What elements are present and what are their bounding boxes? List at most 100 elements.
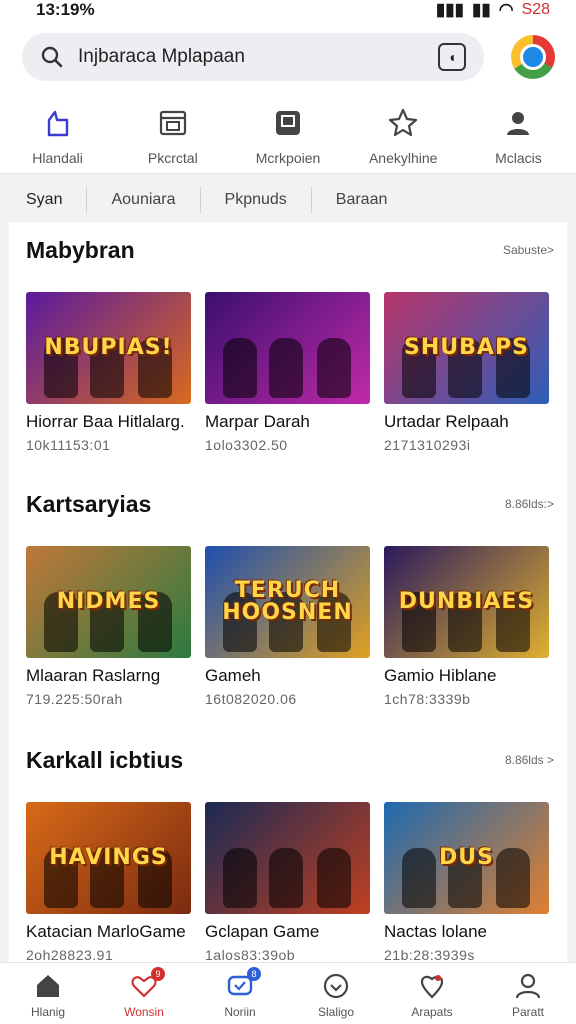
game-logo-text: DUNBIAES (398, 589, 535, 614)
filter-chip[interactable]: Aouniara (87, 187, 201, 213)
smile-icon (321, 971, 351, 1001)
see-more-link[interactable]: 8.86lds > (505, 753, 554, 767)
nav-location[interactable]: Arapats (384, 963, 480, 1024)
game-logo-text: NBUPIAS! (44, 335, 173, 360)
game-thumbnail[interactable]: DUS (384, 802, 549, 914)
game-thumbnail[interactable]: NBUPIAS! (26, 292, 191, 404)
game-thumbnail[interactable]: NIDMES (26, 546, 191, 658)
tab-0[interactable]: Hlandali (0, 98, 115, 173)
game-meta: 719.225:50rah (26, 691, 123, 707)
filter-chip[interactable]: Pkpnuds (201, 187, 312, 213)
game-card[interactable]: NIDMES Mlaaran Raslarng 719.225:50rah (26, 546, 191, 707)
game-card[interactable]: NBUPIAS! Hiorrar Baa Hitlalarg. 10k11153:0… (26, 292, 191, 453)
game-title: Marpar Darah (205, 412, 310, 431)
store-icon (156, 106, 190, 140)
game-card[interactable]: Marpar Darah 1olo3302.50 (205, 292, 370, 453)
section-title: Kartsaryias (26, 490, 152, 517)
nav-wishlist[interactable]: 9 Wonsin (96, 963, 192, 1024)
signal-icon-2: ▮▮ (471, 0, 491, 19)
game-card[interactable]: DUS Nactas lolane 21b:28:3939s (384, 802, 549, 962)
signal-icon: ▮▮▮ (435, 0, 464, 19)
section: Kartsaryias 8.86lds:> NIDMES Mlaaran Raslar… (9, 484, 567, 707)
home-icon (33, 971, 63, 1001)
game-thumbnail[interactable]: HAVINGS (26, 802, 191, 914)
tab-4[interactable]: Mclacis (461, 98, 576, 173)
card-row: HAVINGS Katacian MarloGame 2oh28823.91 Gcla… (9, 802, 567, 962)
wifi-icon: ◠ (498, 0, 514, 19)
filter-chip[interactable]: Syan (8, 187, 88, 213)
game-card[interactable]: HAVINGS Katacian MarloGame 2oh28823.91 (26, 802, 191, 962)
game-title: Gameh (205, 666, 261, 685)
game-title: Gclapan Game (205, 922, 320, 941)
bottom-nav: Hlanig 9 Wonsin 8 Noriin Slaligo Arapats… (0, 962, 576, 1024)
notification-badge: 9 (151, 967, 165, 981)
nav-label: Wonsin (124, 1005, 164, 1019)
game-meta: 1ch78:3339b (384, 691, 471, 707)
game-meta: 16t082020.06 (205, 691, 297, 707)
content-panel: Mabybran Sabuste> NBUPIAS! Hiorrar Baa Hitl… (9, 222, 567, 962)
character-figure (269, 338, 303, 398)
game-logo-text: SHUBAPS (404, 335, 529, 360)
game-thumbnail[interactable]: SHUBAPS (384, 292, 549, 404)
search-input[interactable]: Injbaraca Mplapaan (78, 46, 438, 68)
tab-label: Mcrkpoien (255, 150, 321, 166)
search-icon (41, 46, 63, 68)
avatar[interactable] (511, 35, 555, 79)
character-figure (402, 848, 436, 908)
nav-profile[interactable]: Paratt (480, 963, 576, 1024)
tab-label: Hlandali (32, 150, 83, 166)
tab-1[interactable]: Pkcrctal (115, 98, 230, 173)
nav-discover[interactable]: Slaligo (288, 963, 384, 1024)
game-title: Nactas lolane (384, 922, 488, 941)
nav-label: Hlanig (30, 1005, 66, 1019)
status-time: 13:19% (36, 0, 95, 19)
game-logo-text: DUS (439, 845, 494, 870)
notification-badge: 8 (247, 967, 261, 981)
filter-chip[interactable]: Baraan (312, 187, 412, 213)
category-tabs: Hlandali Pkcrctal Mcrkpoien Anekylhine M… (0, 98, 576, 174)
game-thumbnail[interactable] (205, 802, 370, 914)
game-title: Katacian MarloGame (26, 922, 186, 941)
tab-2[interactable]: Mcrkpoien (230, 98, 345, 173)
game-title: Mlaaran Raslarng (26, 666, 161, 685)
section-title: Karkall icbtius (26, 746, 184, 773)
game-card[interactable]: DUNBIAES Gamio Hiblane 1ch78:3339b (384, 546, 549, 707)
heart-icon: 9 (129, 967, 165, 1001)
filter-row: Syan Aouniara Pkpnuds Baraan (8, 178, 568, 222)
tab-3[interactable]: Anekylhine (346, 98, 461, 173)
section-header: Mabybran Sabuste> (9, 230, 567, 270)
bookmark-icon (271, 106, 305, 140)
section-header: Kartsaryias 8.86lds:> (9, 484, 567, 524)
status-icons: ▮▮▮ ▮▮ ◠ S28 (436, 0, 550, 20)
character-figure (269, 848, 303, 908)
game-thumbnail[interactable] (205, 292, 370, 404)
see-more-link[interactable]: Sabuste> (503, 243, 554, 257)
lens-icon[interactable]: ◖ (438, 43, 466, 71)
tab-label: Mclacis (495, 150, 542, 166)
nav-label: Slaligo (317, 1005, 355, 1019)
game-title: Hiorrar Baa Hitlalarg. (26, 412, 185, 431)
battery-indicator: S28 (521, 1, 550, 18)
game-logo-text: HAVINGS (49, 845, 168, 870)
character-figure (223, 338, 257, 398)
top-bar: Injbaraca Mplapaan ◖ (0, 20, 576, 98)
game-meta: 2171310293i (384, 437, 471, 453)
nav-messages[interactable]: 8 Noriin (192, 963, 288, 1024)
game-thumbnail[interactable]: DUNBIAES (384, 546, 549, 658)
character-figure (223, 848, 257, 908)
game-card[interactable]: TERUCH HOOSNEN Gameh 16t082020.06 (205, 546, 370, 707)
character-figure (496, 848, 530, 908)
search-bar[interactable]: Injbaraca Mplapaan ◖ (22, 33, 484, 81)
game-meta: 1olo3302.50 (205, 437, 288, 453)
person-icon (501, 106, 535, 140)
game-thumbnail[interactable]: TERUCH HOOSNEN (205, 546, 370, 658)
game-card[interactable]: SHUBAPS Urtadar Relpaah 2171310293i (384, 292, 549, 453)
game-title: Urtadar Relpaah (384, 412, 509, 431)
see-more-link[interactable]: 8.86lds:> (505, 497, 554, 511)
nav-home[interactable]: Hlanig (0, 963, 96, 1024)
card-row: NIDMES Mlaaran Raslarng 719.225:50rah TERUC… (9, 546, 567, 707)
tab-label: Anekylhine (368, 150, 438, 166)
game-card[interactable]: Gclapan Game 1alos83:39ob (205, 802, 370, 962)
section-header: Karkall icbtius 8.86lds > (9, 740, 567, 780)
character-figure (317, 848, 351, 908)
